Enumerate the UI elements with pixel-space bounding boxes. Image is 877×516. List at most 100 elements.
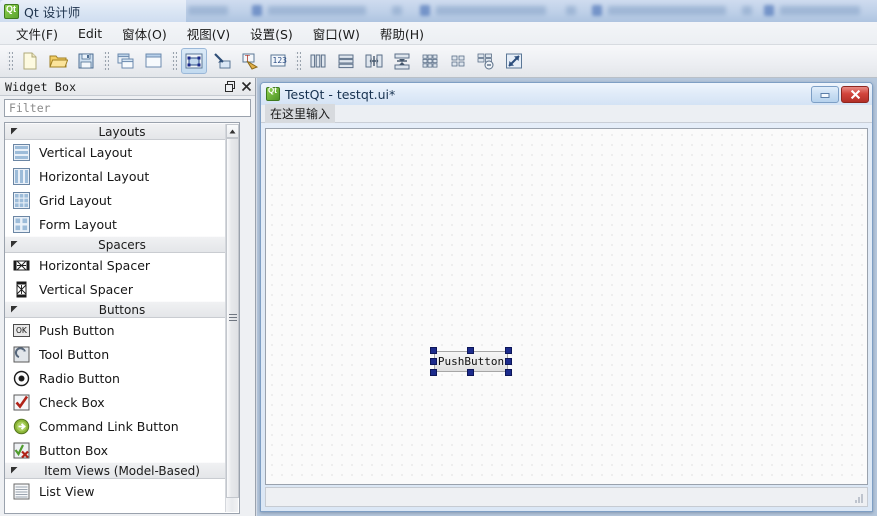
section-spacers[interactable]: Spacers [5, 236, 239, 253]
widget-item-label: Vertical Spacer [39, 281, 133, 297]
filter-input[interactable] [4, 99, 251, 117]
widget-item-label: Push Button [39, 322, 115, 338]
widget-item-grid-layout[interactable]: Grid Layout [5, 188, 239, 212]
layout-vertical-icon [336, 51, 356, 71]
resize-handle-se[interactable] [505, 369, 512, 376]
menu-view[interactable]: 视图(V) [177, 21, 240, 46]
app-title-bar: Qt 设计师 [0, 0, 186, 22]
form-window-title-bar[interactable]: TestQt - testqt.ui* [261, 83, 872, 105]
widget-box-tree-inner: Layouts Vertical Layout Horizontal Layou… [5, 123, 239, 503]
layout-grid-icon [420, 51, 440, 71]
cascade-windows-button[interactable] [113, 48, 139, 74]
edit-signals-slots-button[interactable] [209, 48, 235, 74]
edit-buddies-button[interactable]: T [237, 48, 263, 74]
widget-item-form-layout[interactable]: Form Layout [5, 212, 239, 236]
section-buttons-label: Buttons [98, 302, 146, 317]
section-layouts[interactable]: Layouts [5, 123, 239, 140]
widget-item-vertical-spacer[interactable]: Vertical Spacer [5, 277, 239, 301]
resize-handle-n[interactable] [467, 347, 474, 354]
grid-layout-icon [11, 190, 31, 210]
scroll-up-button[interactable] [226, 124, 239, 138]
chevron-down-icon [7, 127, 21, 136]
menu-file[interactable]: 文件(F) [6, 21, 68, 46]
float-icon[interactable] [223, 80, 237, 94]
widget-item-command-link-button[interactable]: Command Link Button [5, 414, 239, 438]
menu-help[interactable]: 帮助(H) [370, 21, 434, 46]
edit-widgets-icon [184, 51, 204, 71]
layout-horizontal-icon [308, 51, 328, 71]
resize-handle-sw[interactable] [430, 369, 437, 376]
widget-item-horizontal-layout[interactable]: Horizontal Layout [5, 164, 239, 188]
edit-tab-order-icon: 123 [268, 51, 288, 71]
close-icon[interactable] [841, 85, 869, 103]
edit-widgets-button[interactable] [181, 48, 207, 74]
widget-item-label: Command Link Button [39, 418, 179, 434]
vertical-layout-icon [11, 142, 31, 162]
widget-item-label: Button Box [39, 442, 109, 458]
qt-form-icon [266, 86, 280, 101]
widget-item-button-box[interactable]: Button Box [5, 438, 239, 462]
resize-handle-w[interactable] [430, 358, 437, 365]
widget-item-label: Check Box [39, 394, 105, 410]
save-button[interactable] [73, 48, 99, 74]
widget-box-dock: Widget Box Filter Layouts Vertical Layou… [0, 78, 256, 516]
form-canvas[interactable]: PushButton [265, 128, 868, 485]
cascade-windows-icon [116, 51, 136, 71]
minimize-icon[interactable] [811, 85, 839, 103]
layout-splitter-h-button[interactable] [361, 48, 387, 74]
layout-splitter-v-button[interactable] [389, 48, 415, 74]
adjust-size-button[interactable] [501, 48, 527, 74]
widget-item-vertical-layout[interactable]: Vertical Layout [5, 140, 239, 164]
edit-tab-order-button[interactable]: 123 [265, 48, 291, 74]
widget-item-label: Horizontal Layout [39, 168, 150, 184]
toolbar-grip-4[interactable] [295, 50, 301, 72]
section-spacers-label: Spacers [98, 237, 146, 252]
form-status-bar [265, 487, 868, 507]
mdi-area: TestQt - testqt.ui* 在这里输入 [257, 78, 877, 516]
resize-handle-s[interactable] [467, 369, 474, 376]
toolbar-grip-3[interactable] [171, 50, 177, 72]
section-buttons[interactable]: Buttons [5, 301, 239, 318]
size-grip-icon[interactable] [851, 491, 865, 505]
scrollbar-thumb[interactable] [226, 138, 239, 498]
menu-edit[interactable]: Edit [68, 23, 112, 44]
layout-vertical-button[interactable] [333, 48, 359, 74]
new-file-icon [20, 51, 40, 71]
resize-handle-e[interactable] [505, 358, 512, 365]
widget-item-radio-button[interactable]: Radio Button [5, 366, 239, 390]
button-box-icon [11, 440, 31, 460]
form-menu-placeholder[interactable]: 在这里输入 [265, 104, 336, 123]
main-toolbar: T 123 [0, 45, 877, 78]
layout-grid-button[interactable] [417, 48, 443, 74]
widget-box-scrollbar[interactable] [225, 124, 239, 512]
toolbar-grip[interactable] [7, 50, 13, 72]
form-menu-bar[interactable]: 在这里输入 [261, 104, 872, 123]
widget-box-tree: Layouts Vertical Layout Horizontal Layou… [4, 122, 240, 514]
layout-splitter-v-icon [392, 51, 412, 71]
layout-form-icon [448, 51, 468, 71]
layout-break-button[interactable] [473, 48, 499, 74]
open-file-button[interactable] [45, 48, 71, 74]
section-item-views[interactable]: Item Views (Model-Based) [5, 462, 239, 479]
resize-handle-nw[interactable] [430, 347, 437, 354]
svg-text:123: 123 [273, 56, 288, 65]
menu-window[interactable]: 窗口(W) [303, 21, 370, 46]
widget-item-push-button[interactable]: OK Push Button [5, 318, 239, 342]
push-button-icon: OK [11, 320, 31, 340]
layout-form-button[interactable] [445, 48, 471, 74]
qt-logo-icon [4, 3, 19, 19]
widget-item-horizontal-spacer[interactable]: Horizontal Spacer [5, 253, 239, 277]
widget-item-tool-button[interactable]: Tool Button [5, 342, 239, 366]
new-file-button[interactable] [17, 48, 43, 74]
layout-horizontal-button[interactable] [305, 48, 331, 74]
widget-item-label: Radio Button [39, 370, 120, 386]
tile-windows-button[interactable] [141, 48, 167, 74]
menu-settings[interactable]: 设置(S) [240, 21, 303, 46]
widget-item-check-box[interactable]: Check Box [5, 390, 239, 414]
menu-form[interactable]: 窗体(O) [112, 21, 177, 46]
layout-break-icon [476, 51, 496, 71]
toolbar-grip-2[interactable] [103, 50, 109, 72]
resize-handle-ne[interactable] [505, 347, 512, 354]
widget-item-list-view[interactable]: List View [5, 479, 239, 503]
close-icon[interactable] [239, 80, 253, 94]
